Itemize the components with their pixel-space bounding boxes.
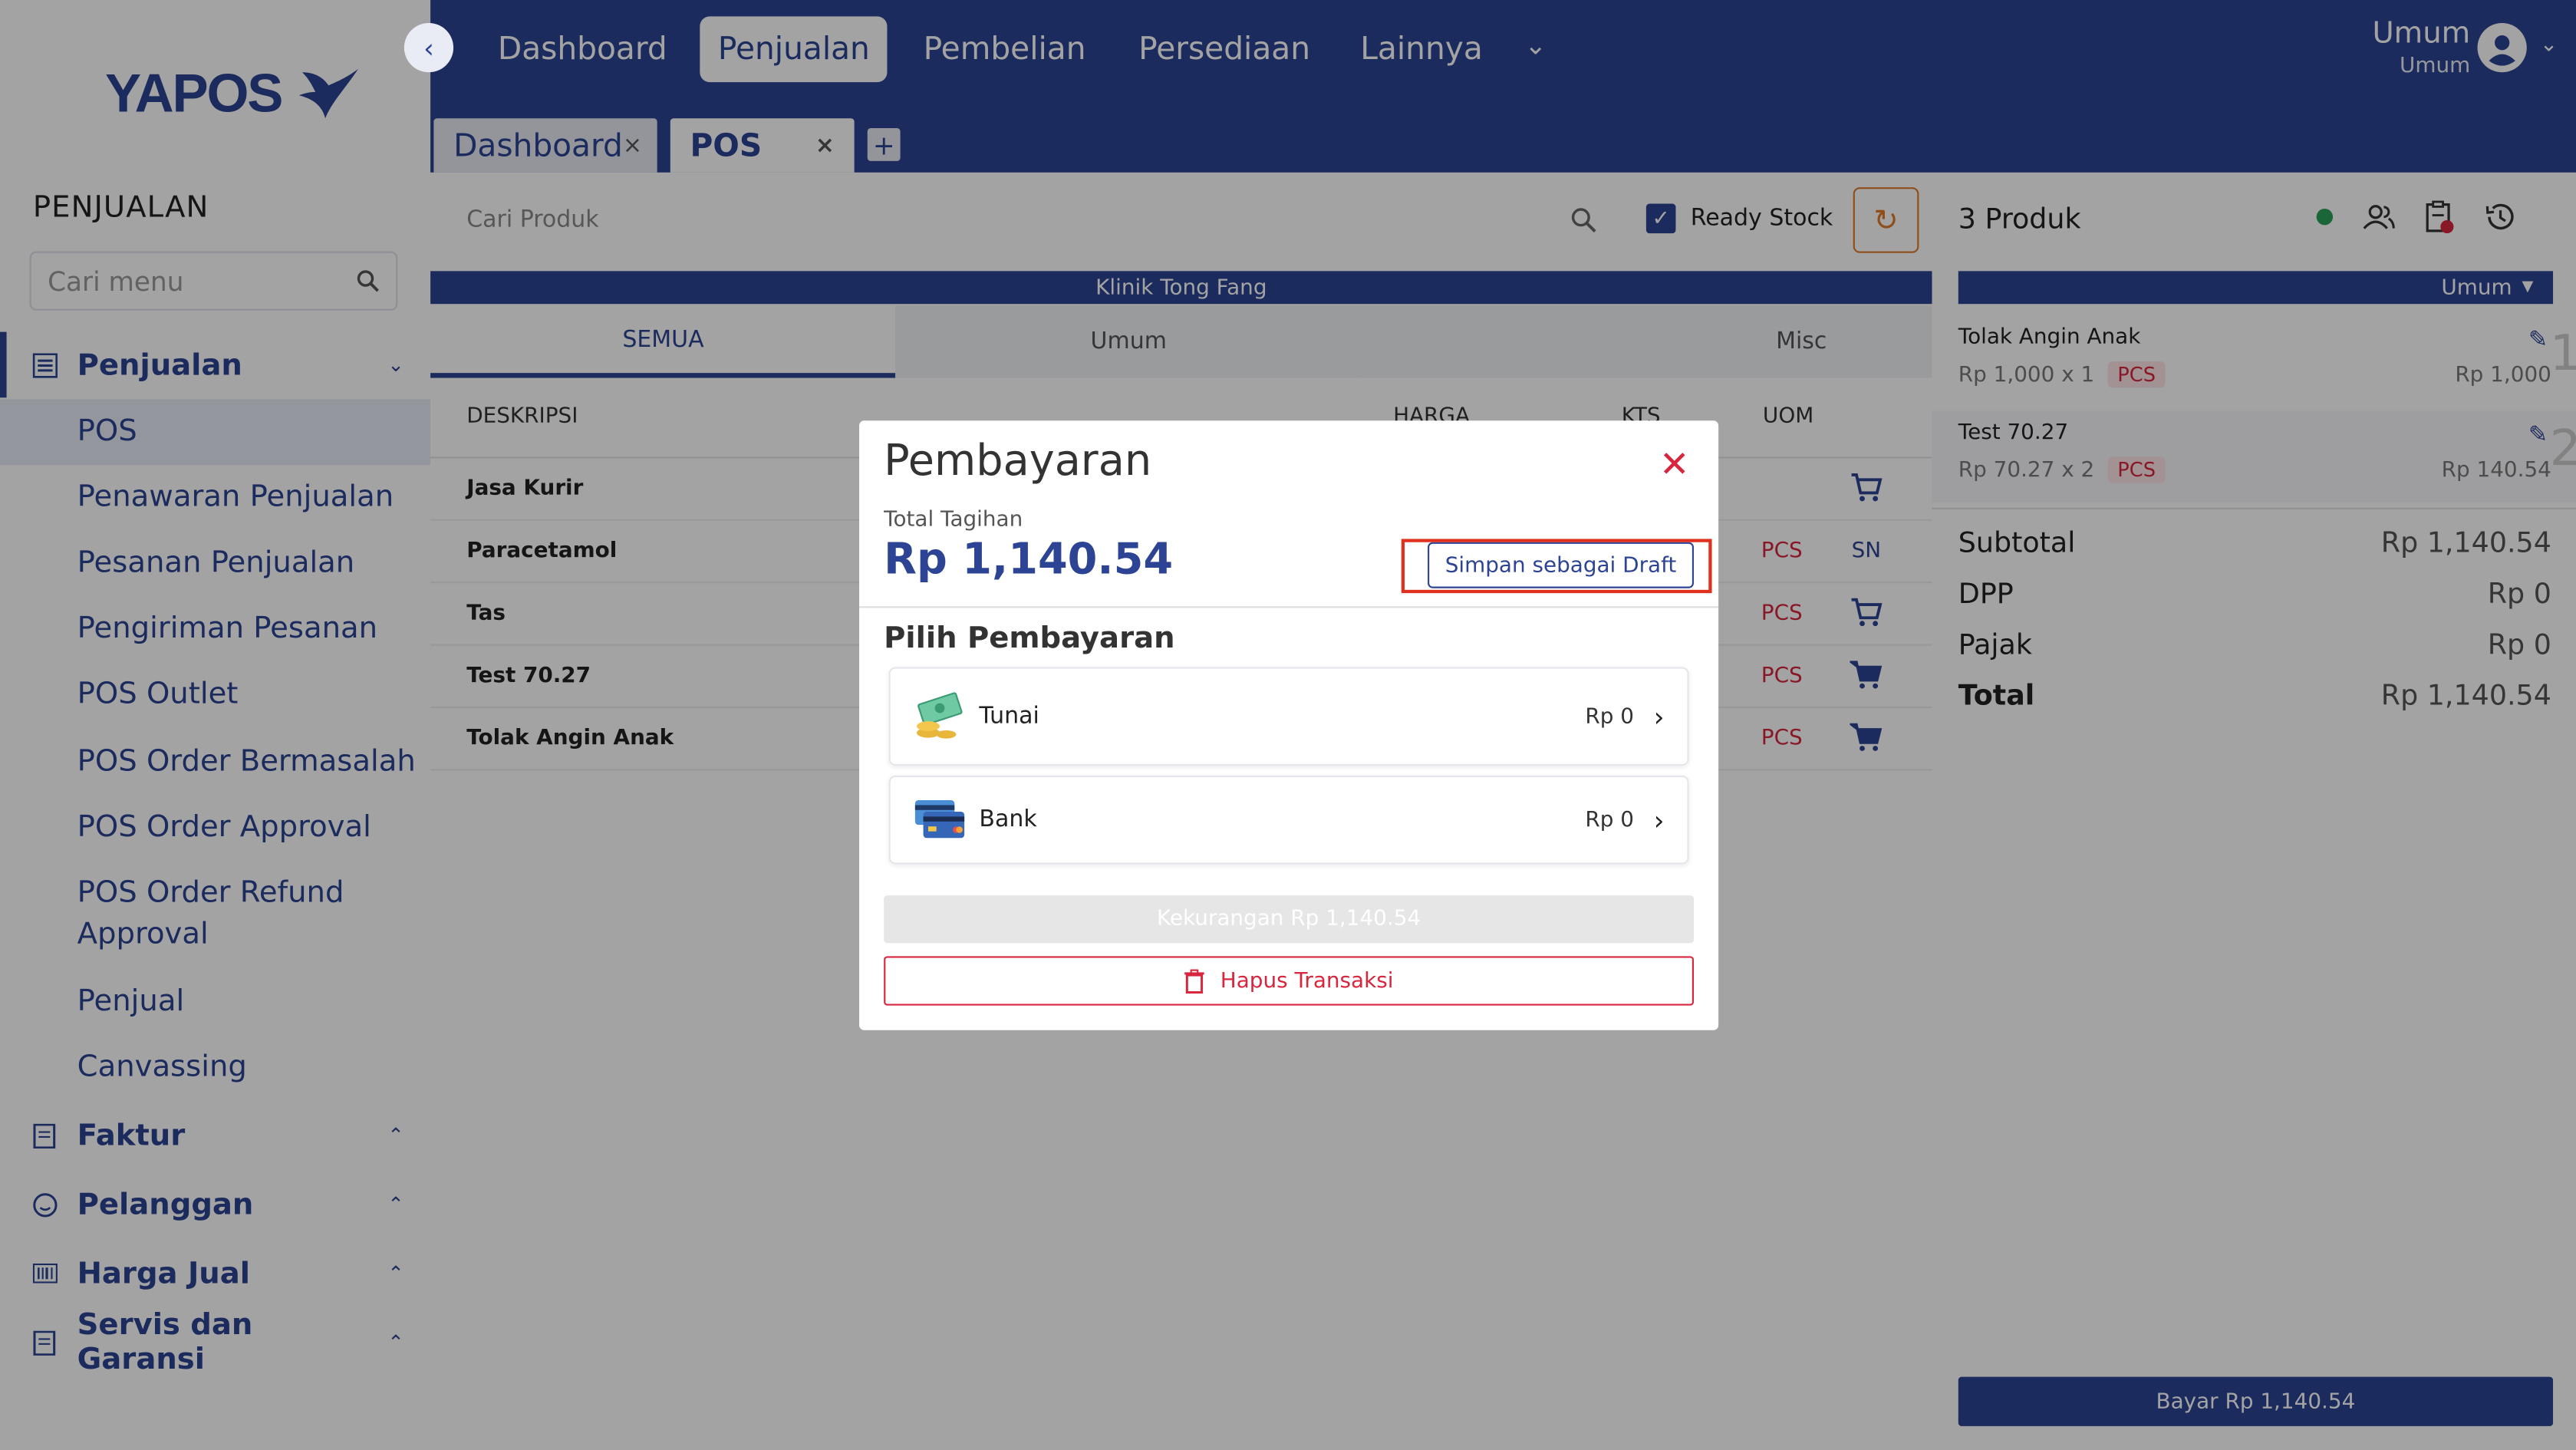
dialog-title: Pembayaran xyxy=(884,437,1152,486)
total-bill-value: Rp 1,140.54 xyxy=(884,536,1174,585)
draft-button-highlight xyxy=(1401,539,1712,594)
payment-option-amount: Rp 0 xyxy=(1585,807,1635,832)
cash-icon xyxy=(917,692,963,739)
shortage-button: Kekurangan Rp 1,140.54 xyxy=(884,895,1694,944)
choose-payment-label: Pilih Pembayaran xyxy=(884,621,1175,656)
payment-option-label: Tunai xyxy=(979,703,1039,730)
total-bill-label: Total Tagihan xyxy=(884,507,1023,532)
card-icon xyxy=(914,799,965,839)
close-icon[interactable]: ✕ xyxy=(1659,445,1689,486)
chevron-right-icon: › xyxy=(1653,804,1665,836)
payment-option-amount: Rp 0 xyxy=(1585,704,1635,729)
delete-transaction-button[interactable]: Hapus Transaksi xyxy=(884,956,1694,1006)
payment-option-label: Bank xyxy=(979,806,1037,833)
sidebar-collapse-button[interactable]: ‹ xyxy=(404,22,454,73)
dialog-divider xyxy=(859,606,1719,608)
payment-option-tunai[interactable]: Tunai Rp 0 › xyxy=(888,667,1689,766)
trash-icon xyxy=(1184,968,1204,993)
payment-option-bank[interactable]: Bank Rp 0 › xyxy=(888,775,1689,865)
delete-transaction-label: Hapus Transaksi xyxy=(1220,968,1394,994)
chevron-right-icon: › xyxy=(1653,700,1665,733)
chevron-left-icon: ‹ xyxy=(423,31,434,64)
